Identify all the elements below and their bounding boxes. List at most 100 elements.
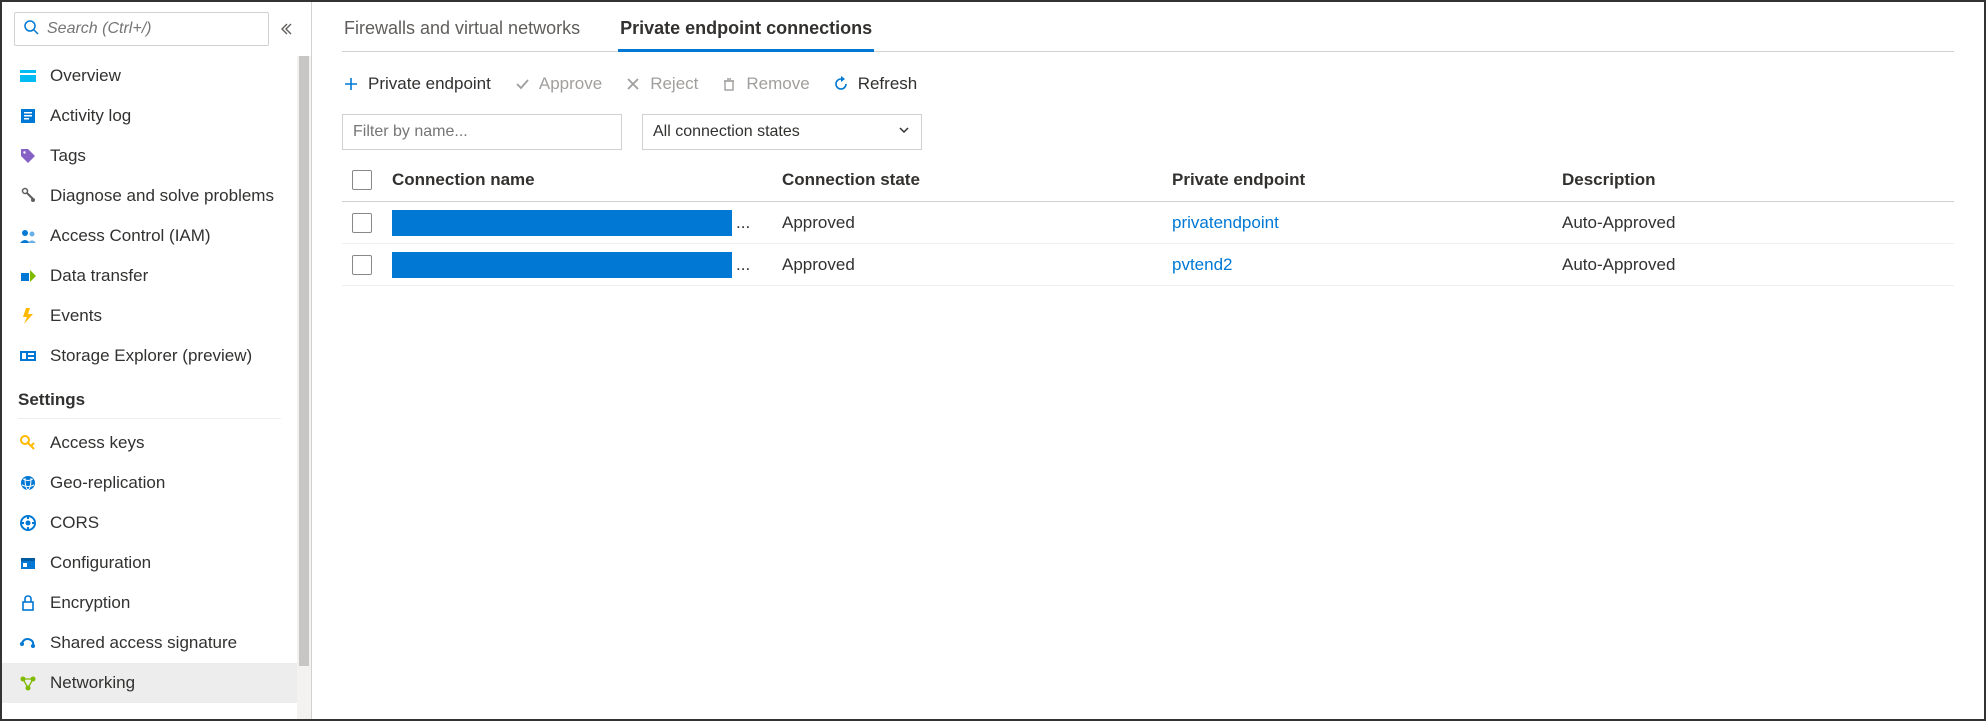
nav-label: Configuration bbox=[50, 553, 151, 573]
col-connection-state[interactable]: Connection state bbox=[782, 170, 1172, 190]
filters-row: All connection states bbox=[342, 114, 1954, 150]
col-connection-name[interactable]: Connection name bbox=[392, 170, 782, 190]
overview-icon bbox=[18, 66, 38, 86]
nav-label: Overview bbox=[50, 66, 121, 86]
nav-label: CORS bbox=[50, 513, 99, 533]
row-checkbox[interactable] bbox=[352, 213, 372, 233]
nav-item-storage-explorer[interactable]: Storage Explorer (preview) bbox=[2, 336, 297, 376]
data-transfer-icon bbox=[18, 266, 38, 286]
nav-item-events[interactable]: Events bbox=[2, 296, 297, 336]
sidebar-scrollbar-thumb[interactable] bbox=[299, 56, 309, 666]
sidebar-scrollbar[interactable] bbox=[297, 56, 311, 719]
dropdown-label: All connection states bbox=[653, 123, 800, 141]
toolbar-label: Remove bbox=[746, 74, 809, 94]
table-row[interactable]: ... Approved pvtend2 Auto-Approved bbox=[342, 244, 1954, 286]
refresh-button[interactable]: Refresh bbox=[832, 74, 918, 94]
toolbar-label: Private endpoint bbox=[368, 74, 491, 94]
table-row[interactable]: ... Approved privatendpoint Auto-Approve… bbox=[342, 202, 1954, 244]
nav-label: Networking bbox=[50, 673, 135, 693]
nav-item-data-transfer[interactable]: Data transfer bbox=[2, 256, 297, 296]
toolbar-label: Approve bbox=[539, 74, 602, 94]
nav-label: Shared access signature bbox=[50, 633, 237, 653]
cell-description: Auto-Approved bbox=[1562, 213, 1954, 233]
cors-icon bbox=[18, 513, 38, 533]
access-keys-icon bbox=[18, 433, 38, 453]
nav-item-networking[interactable]: Networking bbox=[2, 663, 297, 703]
collapse-sidebar-button[interactable] bbox=[275, 15, 303, 43]
nav-item-cors[interactable]: CORS bbox=[2, 503, 297, 543]
nav-item-tags[interactable]: Tags bbox=[2, 136, 297, 176]
sas-icon bbox=[18, 633, 38, 653]
connection-state-dropdown[interactable]: All connection states bbox=[642, 114, 922, 150]
nav-label: Data transfer bbox=[50, 266, 148, 286]
tags-icon bbox=[18, 146, 38, 166]
nav-item-access-keys[interactable]: Access keys bbox=[2, 423, 297, 463]
nav-item-configuration[interactable]: Configuration bbox=[2, 543, 297, 583]
reject-button[interactable]: Reject bbox=[624, 74, 698, 94]
table-header: Connection name Connection state Private… bbox=[342, 158, 1954, 202]
nav-label: Encryption bbox=[50, 593, 130, 613]
trash-icon bbox=[720, 75, 738, 93]
encryption-icon bbox=[18, 593, 38, 613]
plus-icon bbox=[342, 75, 360, 93]
nav-label: Diagnose and solve problems bbox=[50, 186, 274, 206]
nav-separator bbox=[18, 418, 281, 419]
toolbar-label: Refresh bbox=[858, 74, 918, 94]
toolbar: Private endpoint Approve Reject Remove R… bbox=[342, 74, 1954, 94]
toolbar-label: Reject bbox=[650, 74, 698, 94]
check-icon bbox=[513, 75, 531, 93]
storage-explorer-icon bbox=[18, 346, 38, 366]
redacted-name bbox=[392, 252, 732, 278]
cell-private-endpoint-link[interactable]: pvtend2 bbox=[1172, 255, 1562, 275]
nav-label: Geo-replication bbox=[50, 473, 165, 493]
nav-item-geo-replication[interactable]: Geo-replication bbox=[2, 463, 297, 503]
nav-list: Overview Activity log Tags Diagnose and … bbox=[2, 56, 311, 703]
nav-label: Tags bbox=[50, 146, 86, 166]
row-checkbox[interactable] bbox=[352, 255, 372, 275]
connections-table: Connection name Connection state Private… bbox=[342, 158, 1954, 286]
configuration-icon bbox=[18, 553, 38, 573]
nav-item-iam[interactable]: Access Control (IAM) bbox=[2, 216, 297, 256]
main-content: Firewalls and virtual networks Private e… bbox=[312, 2, 1984, 719]
search-input[interactable] bbox=[45, 19, 260, 39]
add-private-endpoint-button[interactable]: Private endpoint bbox=[342, 74, 491, 94]
filter-by-name-input[interactable] bbox=[342, 114, 622, 150]
cell-private-endpoint-link[interactable]: privatendpoint bbox=[1172, 213, 1562, 233]
cell-connection-name: ... bbox=[392, 252, 782, 278]
iam-icon bbox=[18, 226, 38, 246]
search-icon bbox=[23, 19, 39, 40]
cell-connection-name: ... bbox=[392, 210, 782, 236]
redacted-name bbox=[392, 210, 732, 236]
col-private-endpoint[interactable]: Private endpoint bbox=[1172, 170, 1562, 190]
sidebar: Overview Activity log Tags Diagnose and … bbox=[2, 2, 312, 719]
approve-button[interactable]: Approve bbox=[513, 74, 602, 94]
geo-replication-icon bbox=[18, 473, 38, 493]
nav-label: Access keys bbox=[50, 433, 144, 453]
refresh-icon bbox=[832, 75, 850, 93]
remove-button[interactable]: Remove bbox=[720, 74, 809, 94]
nav-item-diagnose[interactable]: Diagnose and solve problems bbox=[2, 176, 297, 216]
networking-icon bbox=[18, 673, 38, 693]
nav-label: Access Control (IAM) bbox=[50, 226, 211, 246]
tab-private-endpoint[interactable]: Private endpoint connections bbox=[618, 18, 874, 52]
tab-firewalls[interactable]: Firewalls and virtual networks bbox=[342, 18, 582, 51]
col-description[interactable]: Description bbox=[1562, 170, 1954, 190]
cell-connection-state: Approved bbox=[782, 213, 1172, 233]
cell-connection-state: Approved bbox=[782, 255, 1172, 275]
nav-item-sas[interactable]: Shared access signature bbox=[2, 623, 297, 663]
activity-log-icon bbox=[18, 106, 38, 126]
select-all-checkbox[interactable] bbox=[352, 170, 372, 190]
chevron-down-icon bbox=[897, 123, 911, 142]
cell-description: Auto-Approved bbox=[1562, 255, 1954, 275]
nav-item-encryption[interactable]: Encryption bbox=[2, 583, 297, 623]
nav-label: Events bbox=[50, 306, 102, 326]
nav-item-overview[interactable]: Overview bbox=[2, 56, 297, 96]
events-icon bbox=[18, 306, 38, 326]
x-icon bbox=[624, 75, 642, 93]
search-box[interactable] bbox=[14, 12, 269, 46]
nav-item-activity-log[interactable]: Activity log bbox=[2, 96, 297, 136]
nav-label: Activity log bbox=[50, 106, 131, 126]
nav-label: Storage Explorer (preview) bbox=[50, 346, 252, 366]
diagnose-icon bbox=[18, 186, 38, 206]
nav-section-settings: Settings bbox=[2, 376, 297, 414]
